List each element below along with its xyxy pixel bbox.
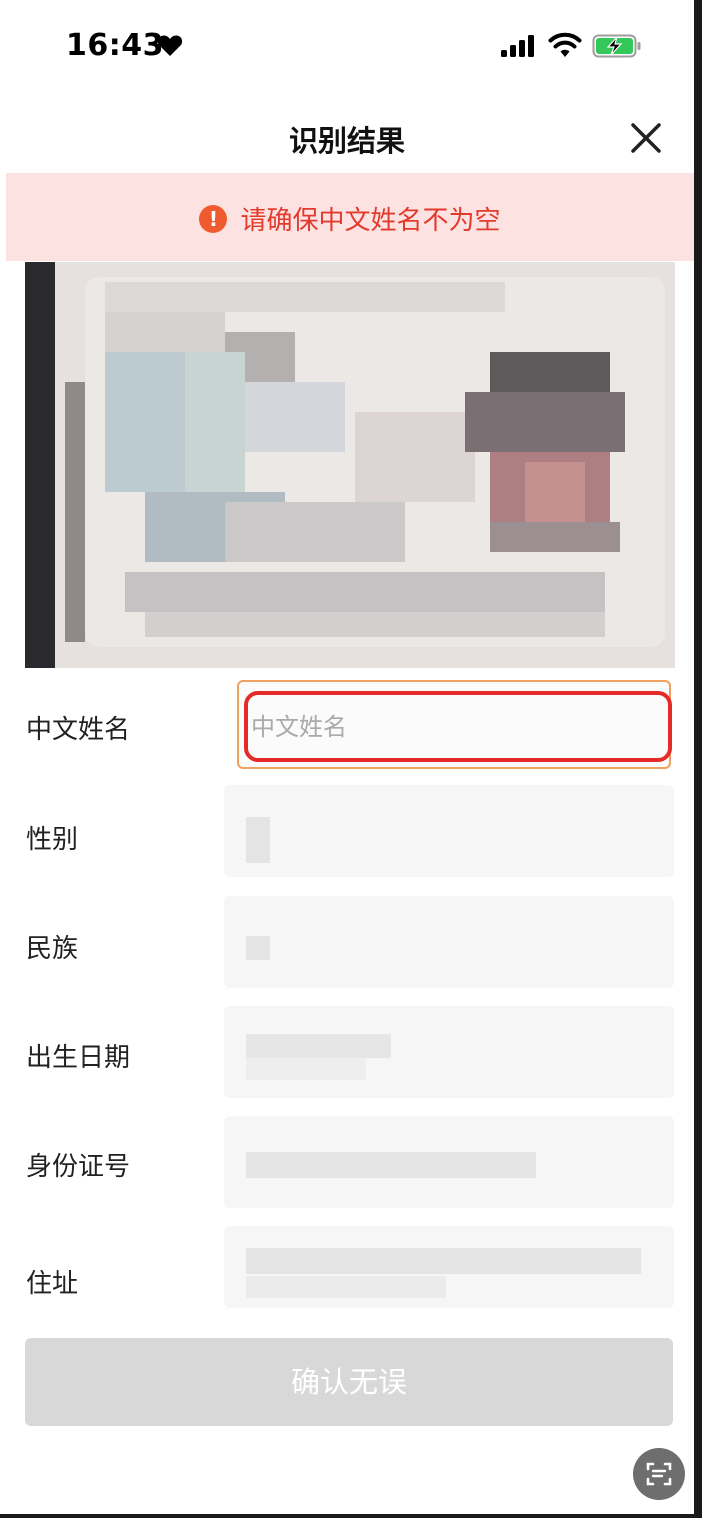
redacted-value <box>246 1248 641 1274</box>
redacted-value <box>246 817 270 863</box>
heart-icon <box>157 35 183 56</box>
battery-charging-icon <box>592 34 641 58</box>
scan-text-button[interactable] <box>633 1448 685 1500</box>
address-field[interactable] <box>224 1226 674 1308</box>
status-time: 16:43 <box>66 28 164 63</box>
error-alert-banner: ! 请确保中文姓名不为空 <box>6 173 694 261</box>
label-id-number: 身份证号 <box>26 1152 131 1182</box>
id-card-photo <box>25 262 675 668</box>
warning-icon: ! <box>199 204 228 233</box>
error-highlight-outline <box>244 691 672 762</box>
page-title: 识别结果 <box>288 124 405 158</box>
device-frame-bottom <box>0 1514 702 1518</box>
redacted-value <box>246 1034 391 1058</box>
navigation-bar: 识别结果 <box>0 100 694 172</box>
status-bar: 16:43 <box>0 0 694 95</box>
confirm-button[interactable]: 确认无误 <box>25 1338 673 1426</box>
scan-icon <box>646 1462 672 1486</box>
gender-field[interactable] <box>224 785 674 877</box>
label-address: 住址 <box>26 1269 79 1299</box>
alert-message: 请确保中文姓名不为空 <box>240 206 501 236</box>
label-birth-date: 出生日期 <box>26 1043 131 1073</box>
ethnicity-field[interactable] <box>224 896 674 988</box>
id-number-field[interactable] <box>224 1116 674 1208</box>
redacted-value <box>246 1152 536 1178</box>
label-chinese-name: 中文姓名 <box>26 715 131 745</box>
redacted-value <box>246 1276 446 1298</box>
cellular-signal-icon <box>501 35 534 57</box>
redacted-value <box>246 1058 366 1080</box>
close-icon[interactable] <box>624 116 668 160</box>
redacted-value <box>246 936 270 960</box>
label-gender: 性别 <box>26 825 79 855</box>
device-frame-edge <box>694 0 702 1518</box>
label-ethnicity: 民族 <box>26 934 79 964</box>
birth-date-field[interactable] <box>224 1006 674 1098</box>
wifi-icon <box>548 32 582 57</box>
